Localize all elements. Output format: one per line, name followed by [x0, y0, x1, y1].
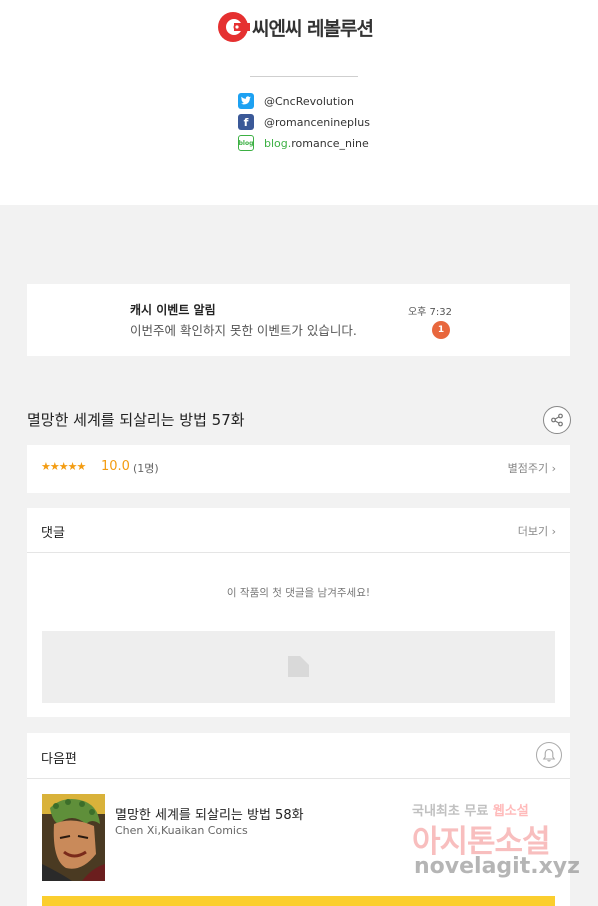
notification-body: 이번주에 확인하지 못한 이벤트가 있습니다.: [130, 323, 357, 338]
comment-input-area[interactable]: [42, 631, 555, 703]
next-episode-title[interactable]: 멸망한 세계를 되살리는 방법 58화: [115, 804, 304, 823]
share-button[interactable]: [543, 406, 571, 434]
comments-more-button[interactable]: 더보기 ›: [518, 523, 556, 539]
notification-card[interactable]: 캐시 이벤트 알림 이번주에 확인하지 못한 이벤트가 있습니다. 오후 7:3…: [27, 284, 570, 356]
notification-badge: 1: [432, 321, 450, 339]
blog-prefix: blog.: [264, 136, 292, 150]
notification-time: 오후 7:32: [407, 307, 452, 318]
next-episode-authors: Chen Xi,Kuaikan Comics: [115, 824, 248, 837]
rating-card: ★★★★★ 10.0 (1명) 별점주기 ›: [27, 445, 570, 493]
notification-title: 캐시 이벤트 알림: [130, 303, 216, 317]
next-episode-thumbnail[interactable]: [42, 794, 105, 881]
rating-score: 10.0: [101, 459, 130, 474]
notify-bell-button[interactable]: [536, 742, 562, 768]
twitter-handle: @CncRevolution: [264, 94, 354, 108]
divider: [250, 76, 358, 77]
next-episode-section-title: 다음편: [41, 752, 77, 767]
blog-handle: romance_nine: [291, 136, 369, 150]
next-episode-card: 다음편 멸망한 세계를 되살리는 방법 58화 Chen Xi,Kuaikan …: [27, 733, 570, 906]
twitter-icon: [238, 93, 254, 109]
comments-header: 댓글 더보기 ›: [27, 508, 570, 553]
facebook-link[interactable]: f @romanceninepIus: [238, 114, 370, 130]
publisher-header: 씨엔씨 레볼루션 @CncRevolution f @romanceninepI…: [0, 0, 598, 205]
episode-title: 멸망한 세계를 되살리는 방법 57화: [27, 411, 245, 429]
cnc-logo-icon: [216, 10, 250, 44]
comments-empty-message: 이 작품의 첫 댓글을 남겨주세요!: [226, 587, 371, 599]
comments-card: 댓글 더보기 › 이 작품의 첫 댓글을 남겨주세요!: [27, 508, 570, 717]
next-episode-header: 다음편: [27, 733, 570, 779]
logo-text: 씨엔씨 레볼루션: [252, 17, 374, 40]
blog-icon: blog: [238, 135, 254, 151]
rate-button[interactable]: 별점주기 ›: [508, 460, 556, 476]
placeholder-image-icon: [288, 656, 309, 677]
bell-icon: [542, 748, 556, 762]
facebook-icon: f: [238, 114, 254, 130]
rating-count: (1명): [133, 462, 159, 475]
next-episode-button[interactable]: [42, 896, 555, 906]
publisher-logo: 씨엔씨 레볼루션: [216, 10, 374, 44]
blog-link[interactable]: blog blog. romance_nine: [238, 135, 369, 151]
twitter-link[interactable]: @CncRevolution: [238, 93, 354, 109]
rating-stars: ★★★★★: [41, 460, 86, 473]
facebook-handle: @romanceninepIus: [264, 115, 370, 129]
share-icon: [551, 413, 563, 427]
comments-title: 댓글: [41, 526, 65, 541]
